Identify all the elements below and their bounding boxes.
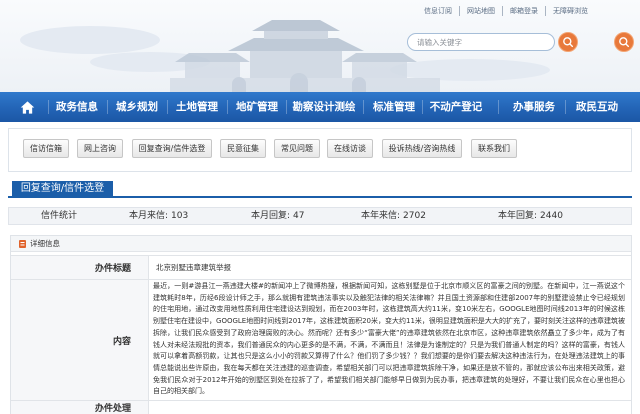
page: 信息订阅 网站地图 邮箱登录 无障碍浏览 政务 (0, 0, 640, 414)
nav-item-standards-management[interactable]: 标准管理 (367, 92, 421, 122)
stat-value: 2702 (403, 211, 426, 221)
detail-row-title: 办件标题 北京别墅违章建筑举报 (11, 255, 631, 279)
letter-stats: 信件统计 本月来信: 103 本月回复: 47 本年来信: 2702 本年回复: 244… (8, 207, 632, 225)
nav-separator (107, 100, 108, 114)
top-link-accessibility[interactable]: 无障碍浏览 (545, 6, 588, 16)
quick-links-panel: 信访信箱 网上咨询 回复查询/信件选登 民意征集 常见问题 在线访谈 投诉热线/… (8, 128, 632, 172)
nav-separator (286, 100, 287, 114)
quick-link-opinion-collection[interactable]: 民意征集 (220, 139, 266, 158)
section-tab[interactable]: 回复查询/信件选登 (12, 181, 113, 197)
quick-link-faq[interactable]: 常见问题 (274, 139, 320, 158)
nav-item-real-estate-registration[interactable]: 不动产登记 (423, 92, 489, 122)
nav-item-mineral-management[interactable]: 地矿管理 (230, 92, 284, 122)
stat-label: 本月来信: (129, 211, 169, 221)
stat-label: 本年来信: (361, 211, 401, 221)
row-label: 办件标题 (11, 256, 149, 279)
left-hall (185, 62, 240, 78)
stat-month-letters: 本月来信: 103 (129, 208, 188, 224)
home-icon (20, 100, 34, 114)
quick-link-hotlines[interactable]: 投诉热线/咨询热线 (382, 139, 462, 158)
nav-separator (167, 100, 168, 114)
nav-separator (565, 100, 566, 114)
nav-separator (227, 100, 228, 114)
main-nav: 政务信息 城乡规划 土地管理 地矿管理 勘察设计测绘 标准管理 不动产登记 办事… (0, 92, 640, 122)
stat-label: 本月回复: (251, 211, 291, 221)
detail-header: 详细信息 (11, 236, 631, 252)
nav-item-services[interactable]: 办事服务 (507, 92, 561, 122)
detail-panel: 详细信息 办件标题 北京别墅违章建筑举报 内容 最近，一则#游县江一燕违建大楼#… (10, 235, 632, 414)
row-label: 办件处理 (11, 401, 149, 414)
detail-header-title: 详细信息 (30, 239, 60, 248)
search-button[interactable] (558, 32, 578, 52)
secondary-search-button[interactable] (614, 32, 634, 52)
nav-item-public-interaction[interactable]: 政民互动 (570, 92, 624, 122)
cloud (390, 59, 550, 81)
nav-separator (498, 100, 499, 114)
central-hall-upper-roof (252, 20, 340, 31)
detail-row-content: 内容 最近，一则#游县江一燕违建大楼#的新闻冲上了微博热搜，根据新闻可知，这栋别… (11, 279, 631, 400)
palace (170, 20, 440, 92)
search-icon (563, 37, 574, 48)
quick-link-online-consult[interactable]: 网上咨询 (77, 139, 123, 158)
stat-year-letters: 本年来信: 2702 (361, 208, 426, 224)
row-value (149, 401, 631, 414)
detail-row-handling: 办件处理 (11, 400, 631, 414)
stat-value: 2440 (540, 211, 563, 221)
nav-item-land-management[interactable]: 土地管理 (170, 92, 224, 122)
quick-link-contact-us[interactable]: 联系我们 (471, 139, 517, 158)
right-hall (352, 62, 407, 78)
right-hall-roof (342, 53, 417, 62)
search-box (407, 33, 555, 51)
row-value: 北京别墅违章建筑举报 (156, 263, 231, 272)
stats-title: 信件统计 (41, 211, 78, 221)
stat-value: 103 (171, 211, 189, 221)
quick-link-petition-mailbox[interactable]: 信访信箱 (23, 139, 69, 158)
search-input[interactable] (408, 34, 554, 50)
quick-link-reply-query[interactable]: 回复查询/信件选登 (132, 139, 212, 158)
nav-separator (363, 100, 364, 114)
site-header: 信息订阅 网站地图 邮箱登录 无障碍浏览 (0, 0, 640, 92)
section-underline (8, 196, 632, 198)
top-links: 信息订阅 网站地图 邮箱登录 无障碍浏览 (424, 6, 588, 16)
nav-item-government-info[interactable]: 政务信息 (50, 92, 104, 122)
search-icon (619, 37, 630, 48)
stat-month-replies: 本月回复: 47 (251, 208, 305, 224)
row-label: 内容 (11, 280, 149, 400)
nav-item-survey-design-mapping[interactable]: 勘察设计测绘 (288, 92, 360, 122)
document-icon (19, 240, 26, 248)
nav-home[interactable] (8, 92, 46, 122)
cloud (20, 26, 160, 54)
stat-label: 本年回复: (498, 211, 538, 221)
central-hall-roof (228, 38, 364, 51)
top-link-sitemap[interactable]: 网站地图 (459, 6, 495, 16)
nav-item-urban-rural-planning[interactable]: 城乡规划 (110, 92, 164, 122)
stat-year-replies: 本年回复: 2440 (498, 208, 563, 224)
top-link-mail-login[interactable]: 邮箱登录 (502, 6, 538, 16)
top-link-subscribe[interactable]: 信息订阅 (424, 6, 452, 16)
central-hall-upper (264, 30, 328, 39)
stat-value: 47 (293, 211, 305, 221)
quick-link-online-interview[interactable]: 在线访谈 (327, 139, 373, 158)
letter-content: 最近，一则#游县江一燕违建大楼#的新闻冲上了微博热搜，根据新闻可知，这栋别墅是位… (153, 282, 625, 396)
nav-separator (48, 100, 49, 114)
